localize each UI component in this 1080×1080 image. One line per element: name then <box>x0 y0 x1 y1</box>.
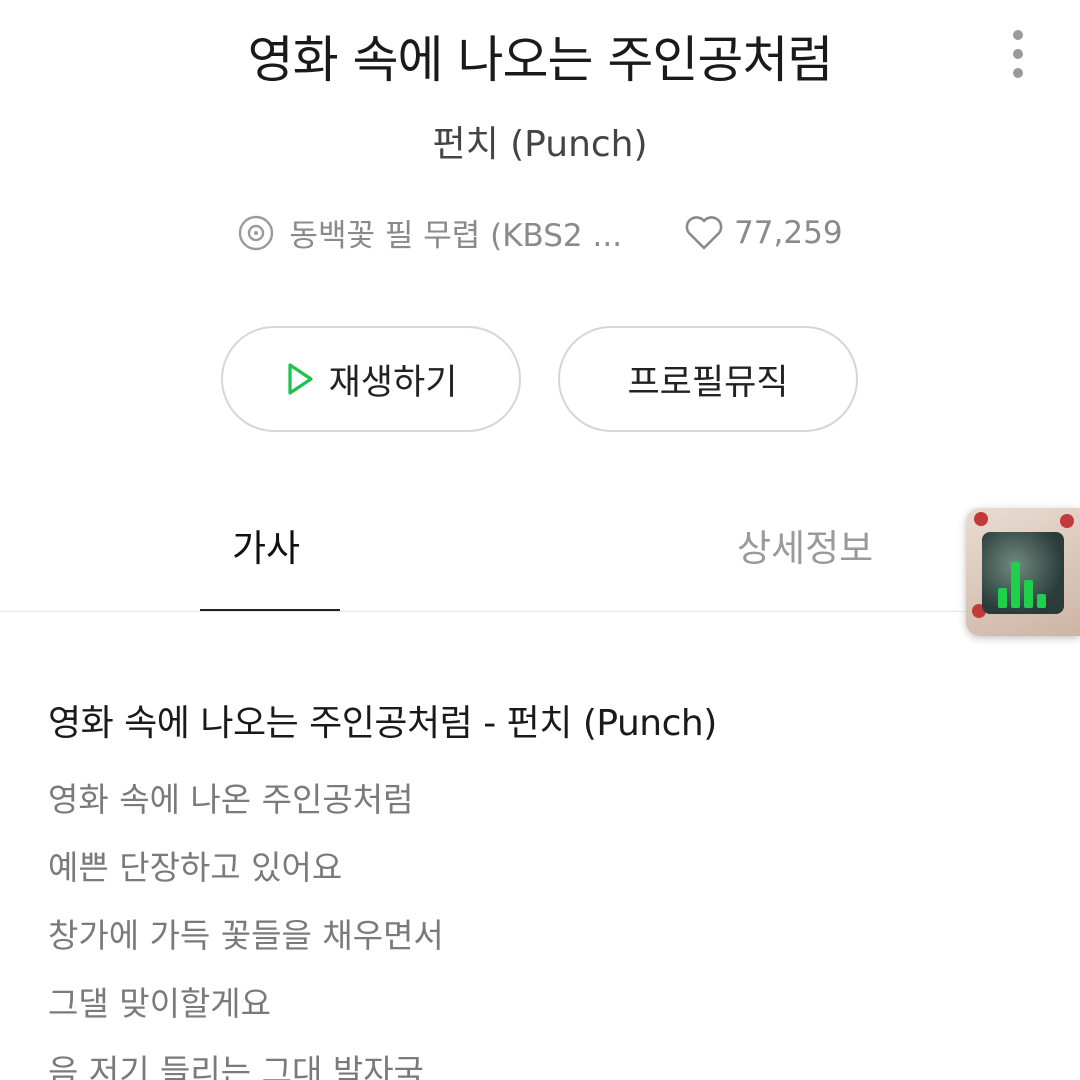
equalizer-icon <box>998 562 1046 608</box>
tab-bar: 가사 상세정보 <box>0 500 1080 614</box>
flower-decoration <box>974 512 988 526</box>
lyrics-heading: 영화 속에 나오는 주인공처럼 - 펀치 (Punch) <box>48 703 717 744</box>
lyric-line: 영화 속에 나온 주인공처럼 <box>48 780 414 819</box>
play-button[interactable]: 재생하기 <box>221 326 521 432</box>
now-playing-album-thumbnail[interactable] <box>966 508 1080 636</box>
more-vertical-icon <box>1013 30 1023 40</box>
more-vertical-icon-dot <box>1013 68 1023 78</box>
play-button-label: 재생하기 <box>328 362 458 403</box>
artist-name[interactable]: 펀치 (Punch) <box>0 115 1080 167</box>
heart-outline-icon <box>684 215 724 251</box>
like-button[interactable]: 77,259 <box>684 214 843 251</box>
more-options-button[interactable] <box>998 24 1038 84</box>
lyric-line: 음 저기 들리는 그대 발자국 <box>48 1052 424 1080</box>
more-vertical-icon-dot <box>1013 49 1023 59</box>
disc-icon <box>237 214 275 252</box>
lyrics-body: 영화 속에 나온 주인공처럼 예쁜 단장하고 있어요 창가에 가득 꽃들을 채우… <box>48 778 444 1080</box>
flower-decoration <box>1060 514 1074 528</box>
lyric-line: 창가에 가득 꽃들을 채우면서 <box>48 916 444 955</box>
song-title: 영화 속에 나오는 주인공처럼 <box>247 31 834 89</box>
tab-lyrics[interactable]: 가사 <box>232 518 300 572</box>
album-link[interactable]: 동백꽃 필 무렵 (KBS2 ... <box>237 210 622 255</box>
like-count: 77,259 <box>734 214 843 251</box>
tab-divider <box>0 611 1080 612</box>
play-outline-icon <box>285 361 315 397</box>
lyric-line: 예쁜 단장하고 있어요 <box>48 848 343 887</box>
song-meta-row: 동백꽃 필 무렵 (KBS2 ... 77,259 <box>0 210 1080 255</box>
profile-music-button-label: 프로필뮤직 <box>627 362 789 403</box>
profile-music-button[interactable]: 프로필뮤직 <box>558 326 858 432</box>
tab-details[interactable]: 상세정보 <box>737 518 873 572</box>
song-detail-screen: 영화 속에 나오는 주인공처럼 펀치 (Punch) 동백꽃 필 무렵 (KBS… <box>0 0 1080 1080</box>
album-name: 동백꽃 필 무렵 (KBS2 ... <box>289 218 623 254</box>
lyric-line: 그댈 맞이할게요 <box>48 984 272 1023</box>
